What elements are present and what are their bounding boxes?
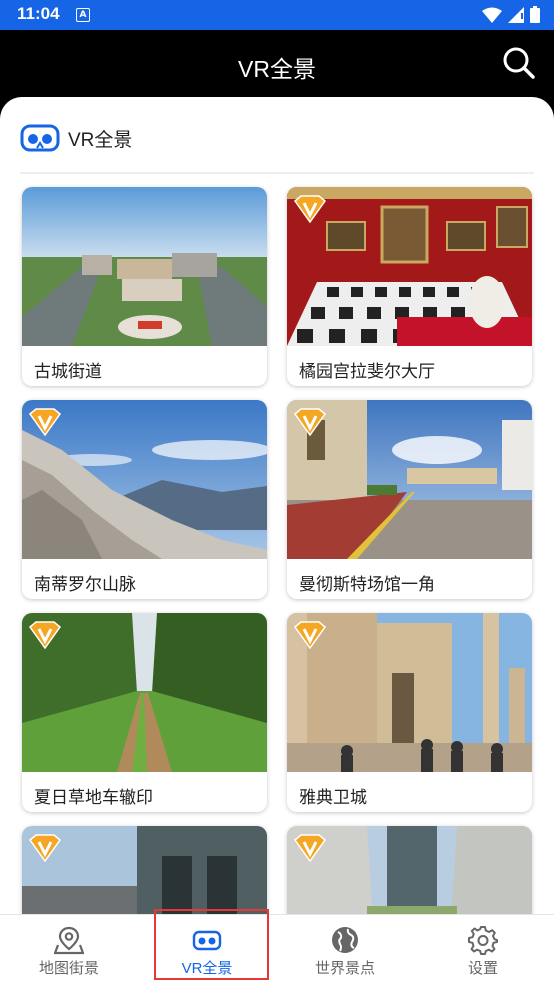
vip-badge-icon bbox=[28, 834, 62, 862]
panorama-title: 橘园宫拉斐尔大厅 bbox=[299, 362, 435, 381]
page-title: VR全景 bbox=[238, 56, 316, 82]
bottom-nav: 地图街景 VR全景 世界景点 设置 bbox=[0, 914, 554, 985]
panorama-title: 古城街道 bbox=[34, 362, 102, 381]
panorama-card[interactable] bbox=[22, 826, 267, 917]
search-icon bbox=[503, 47, 535, 79]
nav-label: 设置 bbox=[467, 960, 498, 977]
nav-item-street-view[interactable]: 地图街景 bbox=[0, 915, 138, 985]
nav-label: 地图街景 bbox=[38, 960, 99, 977]
panorama-title: 曼彻斯特场馆一角 bbox=[299, 575, 435, 594]
panorama-card[interactable]: 雅典卫城 bbox=[287, 613, 532, 812]
panorama-card[interactable]: 曼彻斯特场馆一角 bbox=[287, 400, 532, 599]
divider bbox=[20, 172, 534, 174]
vip-badge-icon bbox=[28, 621, 62, 649]
vip-badge-icon bbox=[293, 621, 327, 649]
section-title: VR全景 bbox=[68, 129, 133, 151]
vr-headset-icon bbox=[20, 124, 60, 152]
panorama-card[interactable]: 夏日草地车辙印 bbox=[22, 613, 267, 812]
status-bar: 11:04 A bbox=[0, 0, 554, 30]
globe-icon bbox=[332, 927, 358, 953]
search-button[interactable] bbox=[502, 46, 536, 80]
app-header: VR全景 bbox=[0, 30, 554, 98]
panorama-card[interactable]: 古城街道 bbox=[22, 187, 267, 386]
status-icons bbox=[482, 6, 540, 23]
wifi-icon bbox=[482, 7, 502, 23]
nav-item-world-spots[interactable]: 世界景点 bbox=[276, 915, 414, 985]
thumbnail-image bbox=[22, 187, 267, 346]
panorama-title: 南蒂罗尔山脉 bbox=[34, 575, 136, 594]
panorama-card[interactable]: 南蒂罗尔山脉 bbox=[22, 400, 267, 599]
panorama-title: 夏日草地车辙印 bbox=[34, 788, 153, 807]
vip-badge-icon bbox=[28, 408, 62, 436]
panorama-title: 雅典卫城 bbox=[299, 788, 367, 807]
vip-badge-icon bbox=[293, 834, 327, 862]
battery-icon bbox=[530, 6, 540, 23]
vip-badge-icon bbox=[293, 408, 327, 436]
signal-icon bbox=[508, 6, 524, 23]
notification-icon: A bbox=[76, 8, 90, 22]
status-time: 11:04 bbox=[17, 4, 60, 23]
active-tab-highlight bbox=[154, 909, 269, 980]
map-pin-icon bbox=[54, 926, 84, 955]
nav-item-settings[interactable]: 设置 bbox=[414, 915, 552, 985]
gear-icon bbox=[468, 926, 498, 955]
nav-label: 世界景点 bbox=[314, 960, 375, 977]
content-card: VR全景 古城街道 橘园宫拉斐尔大厅 南蒂罗尔山脉 曼彻斯特场馆一角 夏日草地车… bbox=[0, 97, 554, 917]
vip-badge-icon bbox=[293, 195, 327, 223]
panorama-card[interactable]: 橘园宫拉斐尔大厅 bbox=[287, 187, 532, 386]
section-header: VR全景 bbox=[20, 121, 132, 155]
panorama-card[interactable] bbox=[287, 826, 532, 917]
